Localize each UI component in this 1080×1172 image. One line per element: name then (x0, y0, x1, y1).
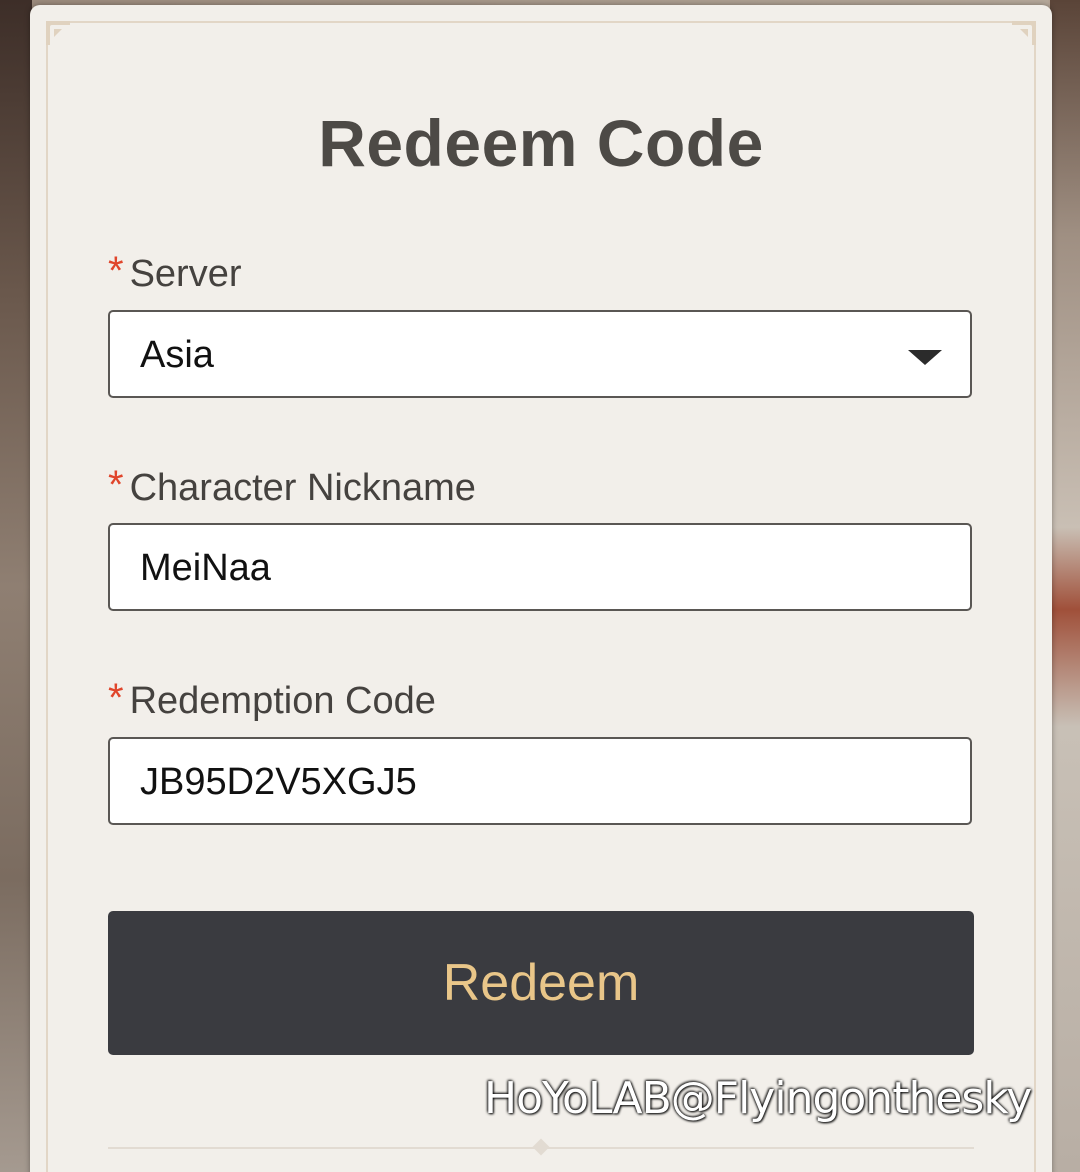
background-right (1050, 0, 1080, 1172)
redeem-code-dialog: Redeem Code * Server Asia * Character Nick… (30, 5, 1052, 1172)
server-label: * Server (108, 249, 242, 296)
server-selected-value: Asia (140, 334, 214, 376)
nickname-label-text: Character Nickname (129, 467, 476, 509)
server-select[interactable]: Asia (108, 310, 972, 398)
redemption-code-label-text: Redemption Code (129, 680, 436, 722)
background-left (0, 0, 32, 1172)
nickname-input[interactable] (140, 525, 900, 611)
server-label-text: Server (129, 253, 242, 295)
watermark: HoYoLAB@Flyingonthesky (484, 1073, 1032, 1124)
corner-ornament-icon (1012, 21, 1036, 45)
redemption-code-label: * Redemption Code (108, 676, 436, 723)
nickname-label: * Character Nickname (108, 463, 476, 510)
page-title: Redeem Code (318, 106, 764, 180)
required-mark: * (108, 463, 124, 507)
required-mark: * (108, 249, 124, 293)
chevron-down-icon[interactable] (908, 350, 942, 365)
corner-ornament-icon (46, 21, 70, 45)
nickname-field[interactable] (108, 523, 972, 611)
required-mark: * (108, 676, 124, 720)
redemption-code-field[interactable] (108, 737, 972, 825)
redemption-code-input[interactable] (140, 739, 900, 825)
redeem-button[interactable]: Redeem (108, 911, 974, 1055)
